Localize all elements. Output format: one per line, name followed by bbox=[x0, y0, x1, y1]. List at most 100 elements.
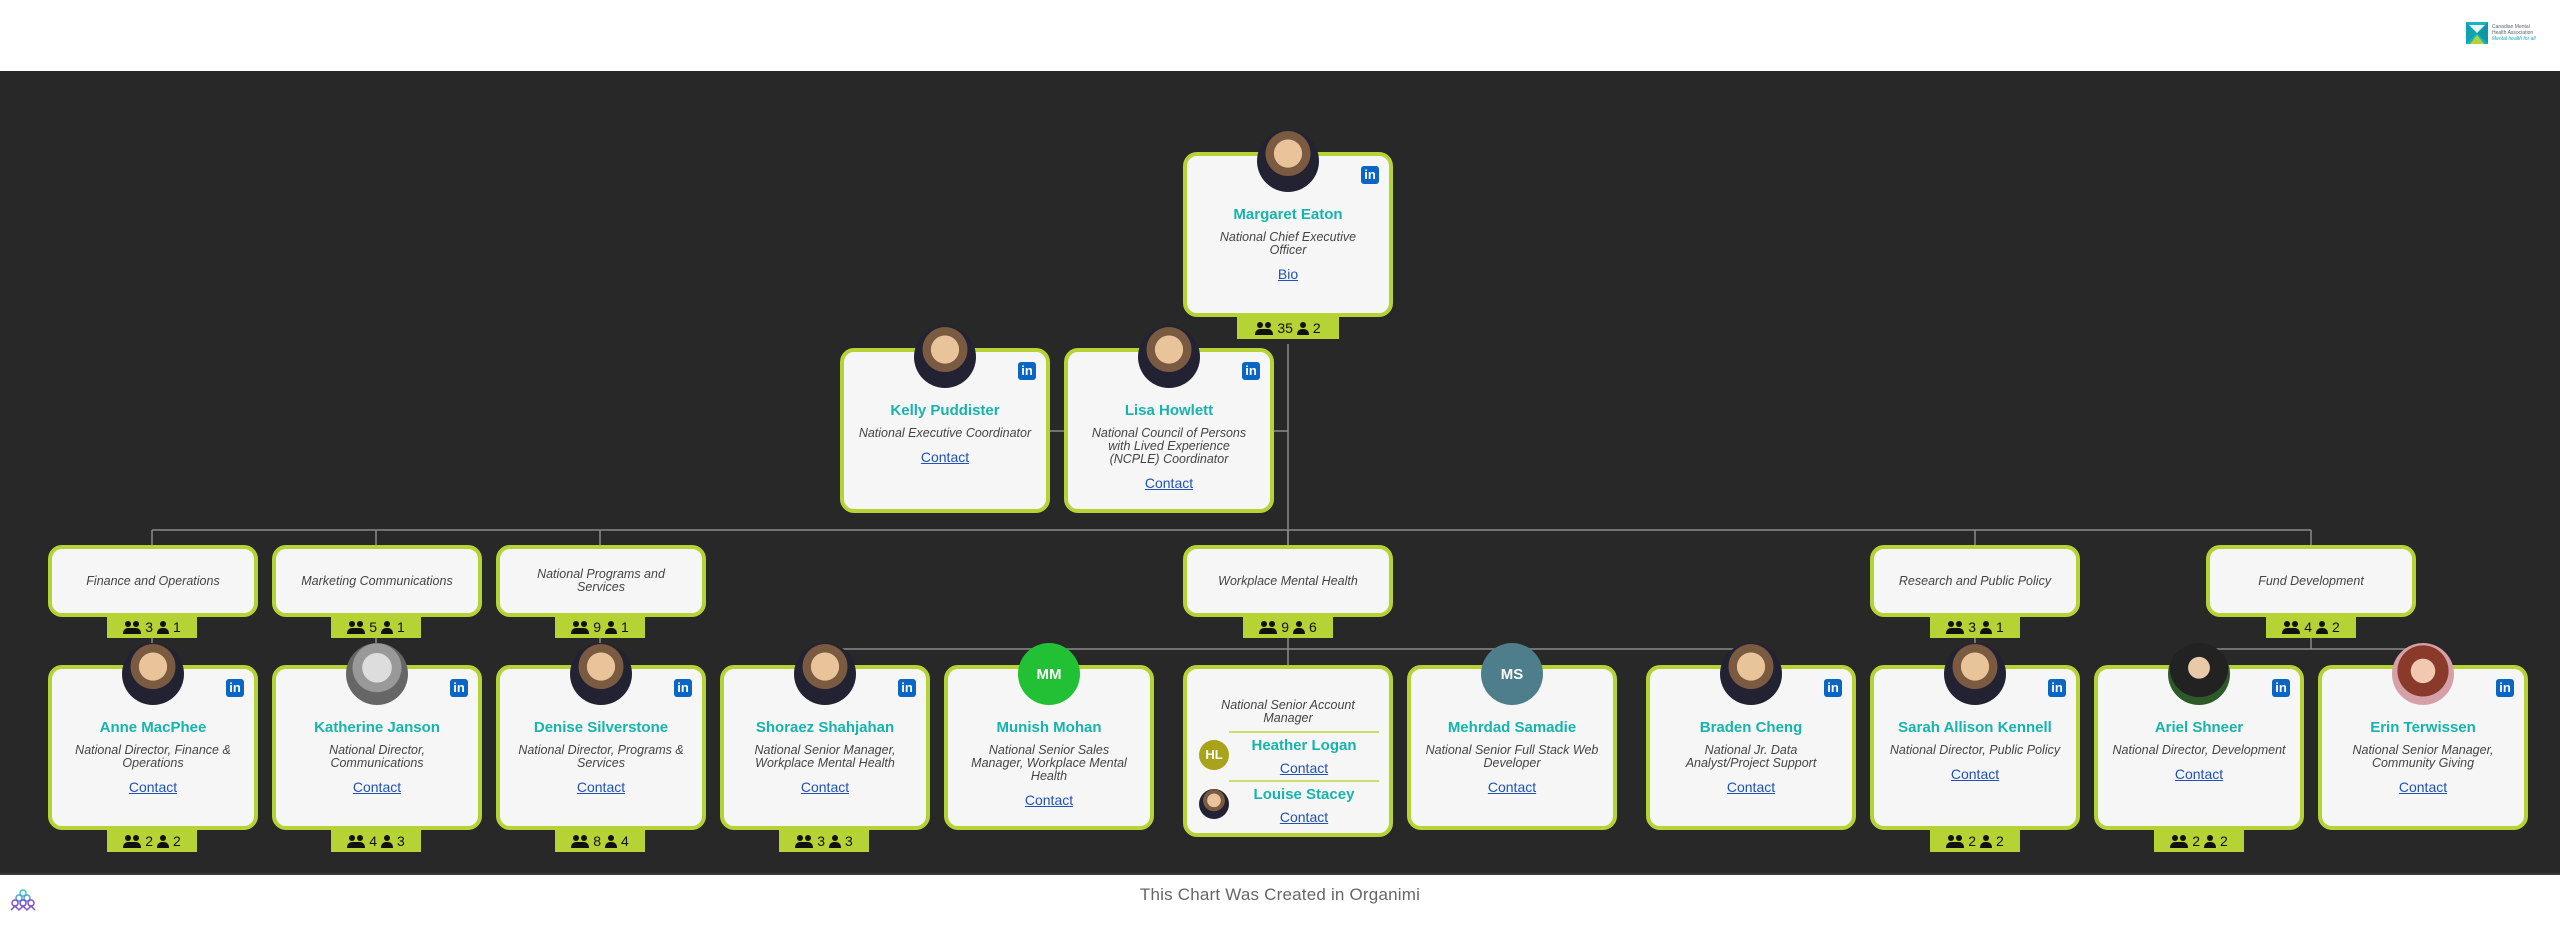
contact-link[interactable]: Contact bbox=[353, 779, 401, 795]
team-count-badge[interactable]: 3 1 bbox=[1930, 616, 2020, 638]
contact-link[interactable]: Contact bbox=[1951, 766, 1999, 782]
shared-member[interactable]: Louise Stacey Contact bbox=[1199, 780, 1379, 827]
linkedin-icon[interactable]: in bbox=[674, 679, 692, 697]
avatar[interactable] bbox=[914, 326, 976, 388]
avatar[interactable] bbox=[122, 643, 184, 705]
person-card[interactable]: in Braden Cheng National Jr. Data Analys… bbox=[1646, 643, 1856, 830]
department-label: Marketing Communications bbox=[301, 573, 453, 588]
linkedin-icon[interactable]: in bbox=[1824, 679, 1842, 697]
linkedin-icon[interactable]: in bbox=[1361, 166, 1379, 184]
person-card[interactable]: MS Mehrdad Samadie National Senior Full … bbox=[1407, 643, 1617, 830]
contact-link[interactable]: Contact bbox=[1025, 792, 1073, 808]
department-box[interactable]: Research and Public Policy bbox=[1870, 545, 2080, 617]
department-box[interactable]: Fund Development bbox=[2206, 545, 2416, 617]
person-title: National Chief Executive Officer bbox=[1219, 230, 1357, 257]
linkedin-icon[interactable]: in bbox=[2048, 679, 2066, 697]
linkedin-icon[interactable]: in bbox=[898, 679, 916, 697]
avatar-initials[interactable]: MM bbox=[1018, 643, 1080, 705]
team-count-badge[interactable]: 5 1 bbox=[331, 616, 421, 638]
person-card[interactable]: in Ariel Shneer National Director, Devel… bbox=[2094, 643, 2304, 830]
department-box[interactable]: Finance and Operations bbox=[48, 545, 258, 617]
team-count-badge[interactable]: 2 2 bbox=[2154, 830, 2244, 852]
person-card[interactable]: in Erin Terwissen National Senior Manage… bbox=[2318, 643, 2528, 830]
person-card-assistant[interactable]: in Kelly Puddister National Executive Co… bbox=[840, 326, 1050, 513]
linkedin-icon[interactable]: in bbox=[2272, 679, 2290, 697]
contact-link[interactable]: Contact bbox=[2175, 766, 2223, 782]
cmha-logo[interactable]: Canadian Mental Health Association Menta… bbox=[2466, 20, 2550, 46]
avatar-initials[interactable]: MS bbox=[1481, 643, 1543, 705]
team-count-badge[interactable]: 9 6 bbox=[1243, 616, 1333, 638]
person-card[interactable]: MM Munish Mohan National Senior Sales Ma… bbox=[944, 643, 1154, 830]
direct-count: 1 bbox=[397, 619, 405, 635]
person-icon bbox=[157, 834, 169, 848]
department-box[interactable]: Marketing Communications bbox=[272, 545, 482, 617]
team-count-badge[interactable]: 9 1 bbox=[555, 616, 645, 638]
department-box[interactable]: Workplace Mental Health bbox=[1183, 545, 1393, 617]
person-name: Munish Mohan bbox=[996, 719, 1102, 736]
team-icon bbox=[123, 834, 142, 848]
person-card[interactable]: in Shoraez Shahjahan National Senior Man… bbox=[720, 643, 930, 830]
team-count-badge[interactable]: 4 3 bbox=[331, 830, 421, 852]
direct-count: 6 bbox=[1309, 619, 1317, 635]
avatar-initials[interactable]: HL bbox=[1199, 739, 1229, 770]
contact-link[interactable]: Contact bbox=[1280, 760, 1328, 776]
team-count-badge[interactable]: 3 1 bbox=[107, 616, 197, 638]
person-card[interactable]: in Denise Silverstone National Director,… bbox=[496, 643, 706, 830]
contact-link[interactable]: Contact bbox=[801, 779, 849, 795]
team-count-badge[interactable]: 2 2 bbox=[1930, 830, 2020, 852]
contact-link[interactable]: Contact bbox=[129, 779, 177, 795]
person-card[interactable]: in Sarah Allison Kennell National Direct… bbox=[1870, 643, 2080, 830]
avatar[interactable] bbox=[2392, 643, 2454, 705]
team-count-badge[interactable]: 8 4 bbox=[555, 830, 645, 852]
team-count-badge[interactable]: 3 3 bbox=[779, 830, 869, 852]
team-count-badge[interactable]: 4 2 bbox=[2266, 616, 2356, 638]
org-chart-canvas[interactable]: in Margaret Eaton National Chief Executi… bbox=[0, 71, 2560, 873]
team-icon bbox=[1946, 834, 1965, 848]
bio-link[interactable]: Bio bbox=[1278, 266, 1298, 282]
person-card-assistant[interactable]: in Lisa Howlett National Council of Pers… bbox=[1064, 326, 1274, 513]
contact-link[interactable]: Contact bbox=[1488, 779, 1536, 795]
shared-role-card[interactable]: National Senior Account Manager HL Heath… bbox=[1183, 665, 1393, 837]
avatar[interactable] bbox=[1138, 326, 1200, 388]
person-icon bbox=[157, 620, 169, 634]
linkedin-icon[interactable]: in bbox=[226, 679, 244, 697]
shared-member[interactable]: HL Heather Logan Contact bbox=[1199, 731, 1379, 778]
avatar[interactable] bbox=[2168, 643, 2230, 705]
avatar[interactable] bbox=[570, 643, 632, 705]
person-card-ceo[interactable]: in Margaret Eaton National Chief Executi… bbox=[1183, 130, 1393, 317]
department-box[interactable]: National Programs and Services bbox=[496, 545, 706, 617]
avatar[interactable] bbox=[1720, 643, 1782, 705]
person-title: National Senior Full Stack Web Developer bbox=[1425, 743, 1599, 770]
contact-link[interactable]: Contact bbox=[2399, 779, 2447, 795]
team-count: 4 bbox=[369, 833, 377, 849]
avatar[interactable] bbox=[1199, 788, 1229, 819]
person-icon bbox=[2316, 620, 2328, 634]
person-title: National Director, Public Policy bbox=[1889, 743, 2061, 757]
contact-link[interactable]: Contact bbox=[1727, 779, 1775, 795]
person-card[interactable]: in Anne MacPhee National Director, Finan… bbox=[48, 643, 258, 830]
contact-link[interactable]: Contact bbox=[1280, 809, 1328, 825]
avatar[interactable] bbox=[794, 643, 856, 705]
team-icon bbox=[795, 834, 814, 848]
avatar[interactable] bbox=[346, 643, 408, 705]
linkedin-icon[interactable]: in bbox=[1018, 362, 1036, 380]
avatar[interactable] bbox=[1257, 130, 1319, 192]
person-card[interactable]: in Katherine Janson National Director, C… bbox=[272, 643, 482, 830]
team-count: 2 bbox=[2192, 833, 2200, 849]
person-name: Margaret Eaton bbox=[1233, 206, 1343, 223]
team-count-badge[interactable]: 35 2 bbox=[1237, 317, 1339, 339]
linkedin-icon[interactable]: in bbox=[450, 679, 468, 697]
linkedin-icon[interactable]: in bbox=[1242, 362, 1260, 380]
direct-count: 3 bbox=[397, 833, 405, 849]
person-icon bbox=[381, 620, 393, 634]
person-name: Shoraez Shahjahan bbox=[755, 719, 895, 736]
team-icon bbox=[347, 620, 366, 634]
team-icon bbox=[2282, 620, 2301, 634]
contact-link[interactable]: Contact bbox=[921, 449, 969, 465]
avatar[interactable] bbox=[1944, 643, 2006, 705]
linkedin-icon[interactable]: in bbox=[2496, 679, 2514, 697]
contact-link[interactable]: Contact bbox=[1145, 475, 1193, 491]
person-icon bbox=[1293, 620, 1305, 634]
team-count-badge[interactable]: 2 2 bbox=[107, 830, 197, 852]
contact-link[interactable]: Contact bbox=[577, 779, 625, 795]
